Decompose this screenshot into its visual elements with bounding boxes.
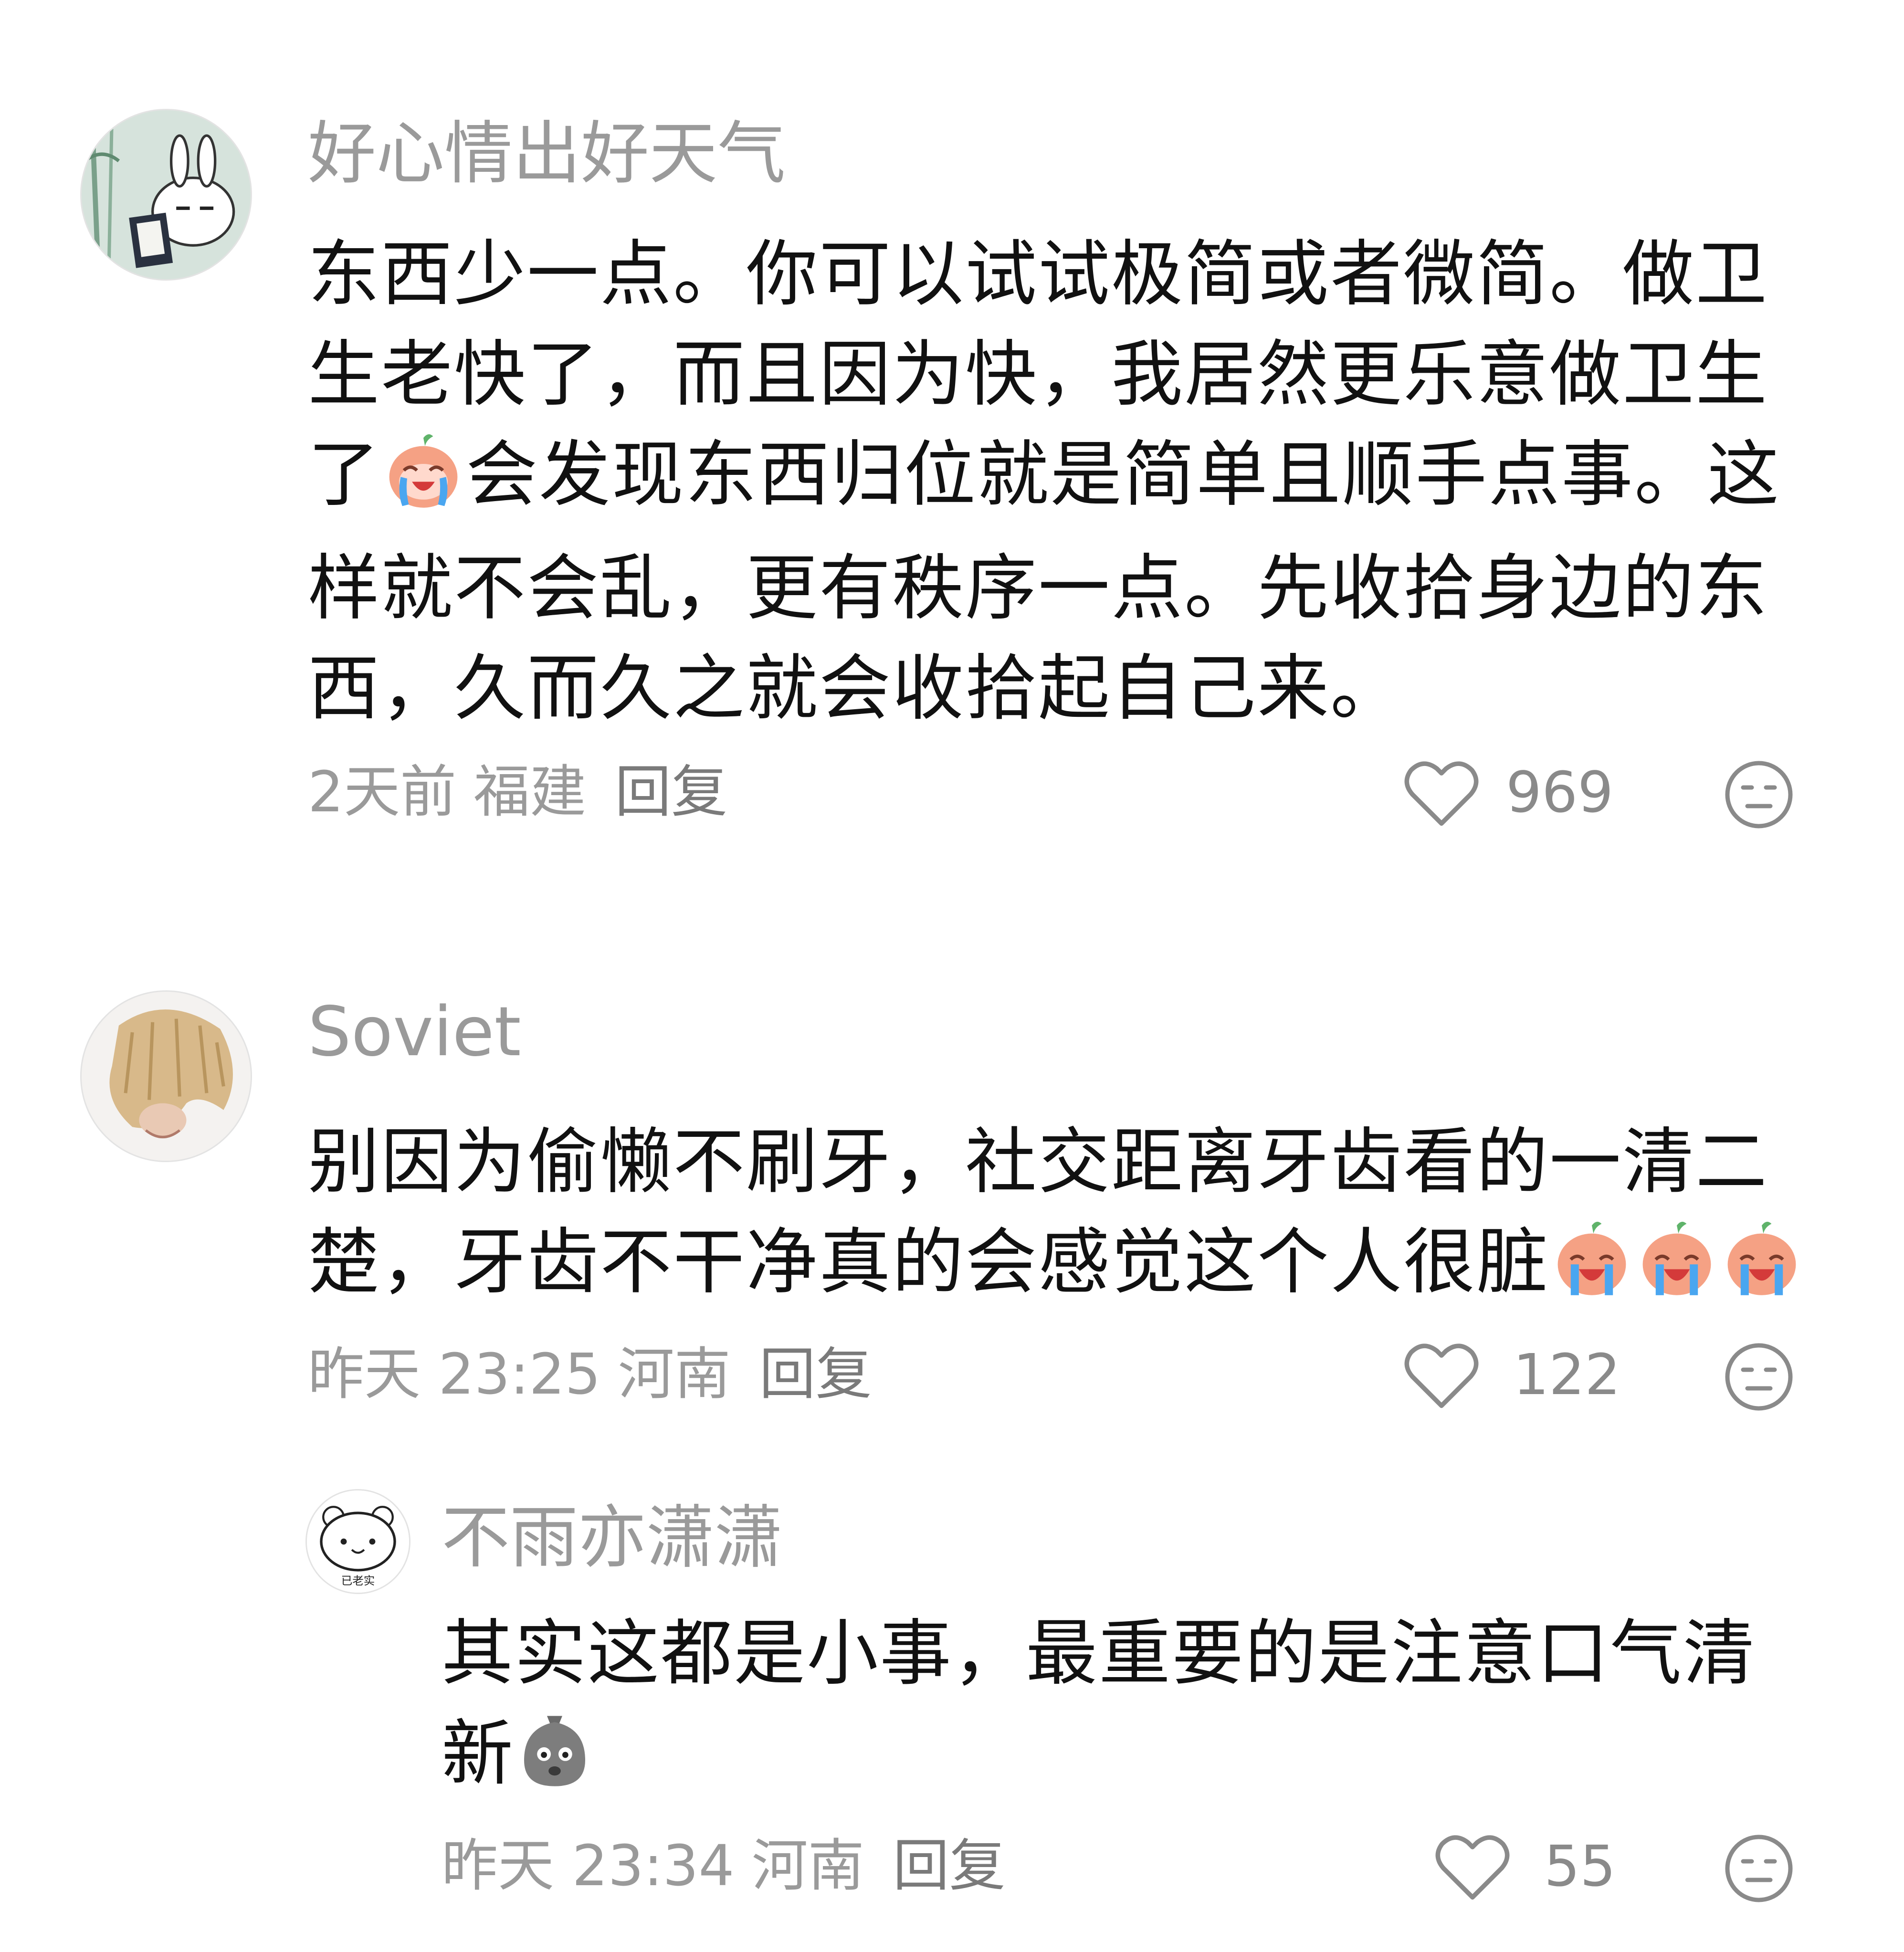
like-button[interactable]: 969 — [1403, 756, 1632, 828]
comment-text-line: 了 会发现东西归位就是简单且顺手点事。这 — [308, 425, 1835, 538]
blonde-hair-person-icon — [82, 992, 251, 1161]
comment-text-fragment: 了 — [308, 433, 381, 516]
comment-text: 东西少一点。你可以试试极简或者微简。做卫 生老快了，而且因为快，我居然更乐意做卫… — [308, 224, 1835, 739]
dislike-face-icon[interactable] — [1723, 1833, 1795, 1904]
dislike-face-icon[interactable] — [1723, 1341, 1795, 1413]
comment-text-line: 样就不会乱，更有秩序一点。先收拾身边的东 — [308, 547, 1769, 630]
crying-peach-emoji-icon — [383, 431, 464, 538]
username[interactable]: Soviet — [308, 997, 521, 1066]
avatar-caption: 已老实 — [341, 1574, 375, 1587]
comment-text-line: 新 — [442, 1704, 1873, 1817]
heart-icon — [1435, 1835, 1510, 1900]
grey-blob-emoji-icon — [516, 1711, 593, 1817]
reply-button[interactable]: 回复 — [893, 1833, 1006, 1899]
like-count: 55 — [1544, 1833, 1616, 1899]
reply-button[interactable]: 回复 — [759, 1341, 872, 1407]
comment-text-line: 西，久而久之就会收拾起自己来。 — [308, 647, 1404, 730]
comment-time: 昨天 23:25 — [308, 1341, 601, 1407]
comment-region: 福建 — [473, 759, 587, 825]
dislike-face-icon[interactable] — [1723, 759, 1795, 830]
user-avatar[interactable] — [80, 109, 252, 281]
user-avatar[interactable] — [80, 990, 252, 1162]
comment-text-line: 东西少一点。你可以试试极简或者微简。做卫 — [308, 233, 1769, 316]
user-avatar[interactable]: 已老实 — [305, 1489, 410, 1594]
sobbing-peach-emoji-icon — [1551, 1219, 1632, 1326]
like-count: 969 — [1506, 759, 1614, 825]
comment-text-line: 楚，牙齿不干净真的会感觉这个人很脏 — [308, 1212, 1883, 1326]
comment-text-line: 别因为偷懒不刷牙，社交距离牙齿看的一清二 — [308, 1121, 1769, 1204]
like-button[interactable]: 55 — [1434, 1830, 1635, 1902]
comment-meta: 2天前 福建 回复 — [308, 764, 727, 820]
heart-icon — [1404, 1343, 1479, 1408]
sobbing-peach-emoji-icon — [1721, 1219, 1802, 1326]
reply-button[interactable]: 回复 — [615, 759, 727, 825]
comment-meta: 昨天 23:25 河南 回复 — [308, 1346, 872, 1402]
bunny-reading-book-icon — [82, 110, 251, 279]
comment-region: 河南 — [618, 1341, 731, 1407]
comment-text: 别因为偷懒不刷牙，社交距离牙齿看的一清二 楚，牙齿不干净真的会感觉这个人很脏 — [308, 1112, 1883, 1326]
comment-text-fragment: 新 — [442, 1712, 515, 1795]
white-bear-icon: 已老实 — [307, 1490, 409, 1593]
comment-text-line: 生老快了，而且因为快，我居然更乐意做卫生 — [308, 333, 1769, 416]
username[interactable]: 好心情出好天气 — [308, 119, 786, 188]
sobbing-peach-emoji-icon — [1636, 1219, 1717, 1326]
username[interactable]: 不雨亦潇潇 — [442, 1503, 783, 1572]
comment-text-line: 其实这都是小事，最重要的是注意口气清 — [442, 1612, 1757, 1695]
comment-text-fragment: 会发现东西归位就是简单且顺手点事。这 — [466, 433, 1781, 516]
like-button[interactable]: 122 — [1403, 1339, 1632, 1410]
like-count: 122 — [1513, 1342, 1621, 1407]
comment-region: 河南 — [751, 1833, 864, 1899]
heart-icon — [1404, 761, 1479, 826]
comment-text: 其实这都是小事，最重要的是注意口气清 新 — [442, 1604, 1873, 1817]
comment-text-fragment: 楚，牙齿不干净真的会感觉这个人很脏 — [308, 1221, 1550, 1304]
comment-time: 昨天 23:34 — [442, 1833, 735, 1899]
comment-meta: 昨天 23:34 河南 回复 — [442, 1837, 1006, 1894]
comment-time: 2天前 — [308, 759, 457, 825]
